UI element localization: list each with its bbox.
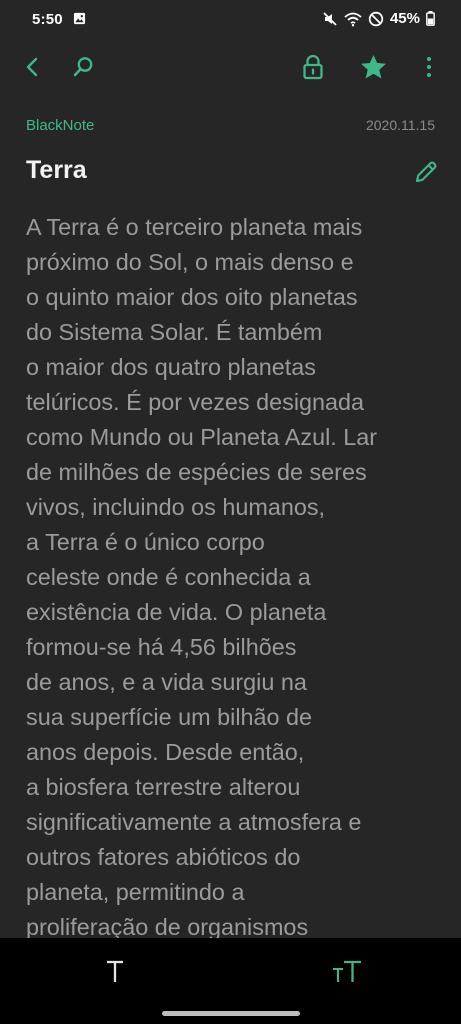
bottom-toolbar <box>0 938 461 1004</box>
note-body-line: significativamente a atmosfera e <box>26 809 362 835</box>
lock-button[interactable] <box>298 52 328 82</box>
note-body-line: formou-se há 4,56 bilhões <box>26 634 297 660</box>
note-body-line: proliferação de organismos <box>26 914 309 938</box>
status-bar: 5:50 45% <box>0 0 461 40</box>
text-size-icon[interactable] <box>331 956 363 986</box>
note-body-line: planeta, permitindo a <box>26 879 245 905</box>
system-navigation-bar <box>0 1004 461 1024</box>
note-body-line: a Terra é o único corpo <box>26 529 265 555</box>
note-body-line: a biosfera terrestre alterou <box>26 774 301 800</box>
battery-level: 45% <box>389 10 420 27</box>
wifi-icon <box>344 12 362 26</box>
note-body-line: de anos, e a vida surgiu na <box>26 669 307 695</box>
note-date: 2020.11.15 <box>365 117 435 133</box>
text-format-icon[interactable] <box>104 956 126 986</box>
note-body-line: telúricos. É por vezes designada <box>26 389 365 415</box>
search-button[interactable] <box>68 52 98 82</box>
star-icon <box>360 55 386 79</box>
note-body-line: A Terra é o terceiro planeta mais <box>26 214 363 240</box>
do-not-disturb-icon <box>368 11 384 26</box>
search-icon <box>73 57 93 77</box>
home-gesture-handle[interactable] <box>162 1011 300 1016</box>
note-title: Terra <box>26 156 87 184</box>
status-indicators: 45% <box>322 10 435 27</box>
note-body-line: como Mundo ou Planeta Azul. Lar <box>26 424 378 450</box>
note-body-line: sua superfície um bilhão de <box>26 704 313 730</box>
note-body-line: do Sistema Solar. É também <box>26 319 323 345</box>
note-body-line: existência de vida. O planeta <box>26 599 327 625</box>
note-body-line: o maior dos quatro planetas <box>26 354 316 380</box>
more-options-button[interactable] <box>414 52 444 82</box>
favorite-button[interactable] <box>358 52 388 82</box>
note-body-line: vivos, incluindo os humanos, <box>26 494 326 520</box>
note-body-line: de milhões de espécies de seres <box>26 459 367 485</box>
note-view-screen: 5:50 45% BlackNote 2020.11.15 Terra A Te… <box>0 0 461 1024</box>
note-toolbar <box>0 44 461 90</box>
note-body-line: outros fatores abióticos do <box>26 844 301 870</box>
mute-icon <box>323 11 337 26</box>
back-icon <box>26 57 38 77</box>
battery-icon <box>426 11 435 26</box>
note-body-line: o quinto maior dos oito planetas <box>26 284 358 310</box>
note-body-line: celeste onde é conhecida a <box>26 564 311 590</box>
status-time: 5:50 <box>32 11 63 28</box>
back-button[interactable] <box>18 52 48 82</box>
lock-icon <box>303 54 323 80</box>
more-options-icon <box>427 57 431 77</box>
note-body-line: próximo do Sol, o mais denso e <box>26 249 354 275</box>
edit-icon[interactable] <box>413 159 439 185</box>
note-body[interactable]: A Terra é o terceiro planeta mais próximo… <box>26 210 438 938</box>
note-body-line: anos depois. Desde então, <box>26 739 305 765</box>
gallery-notification-icon <box>73 12 86 25</box>
folder-name[interactable]: BlackNote <box>26 117 94 134</box>
